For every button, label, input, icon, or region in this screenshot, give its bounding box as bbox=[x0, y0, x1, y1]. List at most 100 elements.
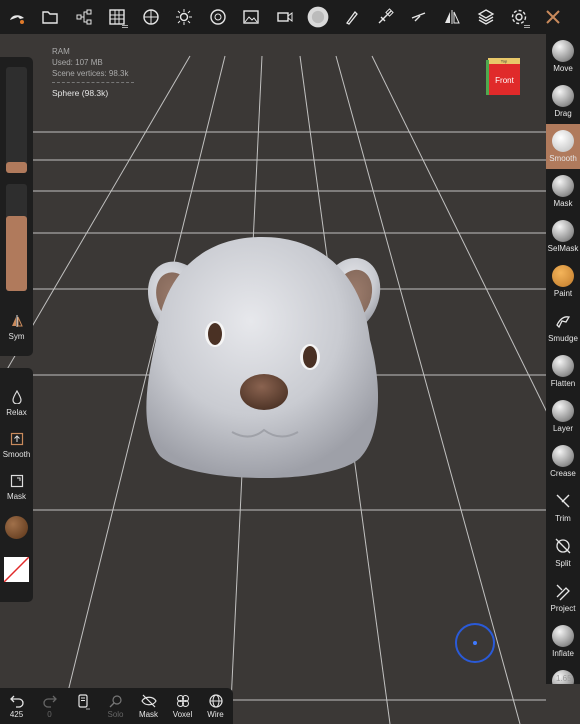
mask-label: Mask bbox=[6, 492, 27, 501]
tool-inflate[interactable]: Inflate bbox=[546, 619, 580, 664]
tool-smooth[interactable]: Smooth bbox=[546, 124, 580, 169]
tool-drag[interactable]: Drag bbox=[546, 79, 580, 124]
layers-icon[interactable] bbox=[469, 0, 503, 34]
tool-label: Flatten bbox=[550, 379, 576, 388]
tool-trim[interactable]: Trim bbox=[546, 484, 580, 529]
symmetry-icon[interactable] bbox=[436, 0, 470, 34]
mask-toggle-label: Mask bbox=[138, 710, 159, 719]
tool-crease[interactable]: Crease bbox=[546, 439, 580, 484]
view-cube[interactable]: Top Front bbox=[486, 54, 522, 97]
smooth-mask-icon bbox=[10, 432, 23, 446]
bear-head-model bbox=[146, 237, 381, 479]
files-icon[interactable] bbox=[34, 0, 68, 34]
right-tool-bar: Move Drag Smooth Mask SelMask Paint Smudge Flat… bbox=[546, 34, 580, 684]
droplet-icon bbox=[11, 390, 22, 404]
inflate-brush-icon bbox=[552, 625, 574, 647]
logo-icon[interactable] bbox=[0, 0, 34, 34]
layer-brush-icon bbox=[552, 400, 574, 422]
mask-icon bbox=[10, 474, 23, 488]
sculpt-brush-icon[interactable] bbox=[302, 0, 336, 34]
view-cube-front-label: Front bbox=[495, 76, 514, 85]
scene-icon[interactable] bbox=[67, 0, 101, 34]
device-icon bbox=[77, 694, 90, 710]
sym-label: Sym bbox=[8, 332, 25, 341]
camera-lens-icon[interactable] bbox=[201, 0, 235, 34]
left-panel-quick: Relax Smooth Mask bbox=[0, 368, 33, 602]
crease-brush-icon bbox=[552, 445, 574, 467]
tool-label: Smooth bbox=[549, 154, 577, 163]
smooth-brush-icon bbox=[552, 130, 574, 152]
tool-flatten[interactable]: Flatten bbox=[546, 349, 580, 394]
relax-label: Relax bbox=[6, 408, 27, 417]
no-material-swatch[interactable] bbox=[4, 557, 29, 582]
radius-slider[interactable] bbox=[6, 67, 27, 173]
bottom-bar: 425 0 Solo Mask Voxel Wire bbox=[0, 688, 233, 724]
3d-viewport[interactable] bbox=[0, 0, 580, 724]
mobile-toggle-button[interactable] bbox=[66, 688, 99, 724]
split-brush-icon bbox=[552, 535, 574, 557]
relax-button[interactable]: Relax bbox=[0, 390, 33, 417]
tool-layer[interactable]: Layer bbox=[546, 394, 580, 439]
mask-visibility-button[interactable]: Mask bbox=[132, 688, 165, 724]
tool-paint[interactable]: Paint bbox=[546, 259, 580, 304]
tool-project[interactable]: Project bbox=[546, 574, 580, 619]
undo-button[interactable]: 425 bbox=[0, 688, 33, 724]
material-icon[interactable] bbox=[134, 0, 168, 34]
intensity-slider[interactable] bbox=[6, 184, 27, 291]
trim-brush-icon bbox=[552, 490, 574, 512]
scene-vertices: Scene vertices: 98.3k bbox=[52, 69, 129, 78]
tool-label: Layer bbox=[552, 424, 573, 433]
tool-label: Drag bbox=[554, 109, 572, 118]
grid-icon[interactable] bbox=[101, 0, 135, 34]
move-brush-icon bbox=[552, 40, 574, 62]
stroke-icon[interactable] bbox=[369, 0, 403, 34]
redo-button[interactable]: 0 bbox=[33, 688, 66, 724]
scene-stats: RAM Used: 107 MB Scene vertices: 98.3k S… bbox=[52, 46, 134, 99]
redo-count: 0 bbox=[47, 710, 52, 719]
radius-slider-fill bbox=[6, 162, 27, 173]
tool-selmask[interactable]: SelMask bbox=[546, 214, 580, 259]
stats-divider bbox=[52, 82, 134, 83]
active-object-name: Sphere (98.3k) bbox=[52, 88, 109, 98]
image-icon[interactable] bbox=[235, 0, 269, 34]
smooth-button[interactable]: Smooth bbox=[0, 432, 33, 459]
pen-icon[interactable] bbox=[402, 0, 436, 34]
tool-label: Mask bbox=[553, 199, 573, 208]
mask-brush-icon bbox=[552, 175, 574, 197]
selmask-brush-icon bbox=[552, 220, 574, 242]
smudge-brush-icon bbox=[552, 310, 574, 332]
color-swatch[interactable] bbox=[5, 516, 28, 539]
tool-move[interactable]: Move bbox=[546, 34, 580, 79]
tool-mask[interactable]: Mask bbox=[546, 169, 580, 214]
video-icon[interactable] bbox=[268, 0, 302, 34]
pivot-gizmo[interactable] bbox=[455, 623, 495, 663]
voxel-button[interactable]: Voxel bbox=[166, 688, 199, 724]
search-icon bbox=[109, 695, 122, 708]
symmetry-icon bbox=[11, 315, 23, 327]
tool-smudge[interactable]: Smudge bbox=[546, 304, 580, 349]
view-cube-top-label: Top bbox=[501, 59, 508, 64]
undo-icon bbox=[9, 695, 24, 708]
settings-icon[interactable] bbox=[503, 0, 537, 34]
tool-label: Inflate bbox=[552, 649, 574, 658]
brush-icon[interactable] bbox=[335, 0, 369, 34]
project-brush-icon bbox=[552, 580, 574, 602]
voxel-label: Voxel bbox=[172, 710, 193, 719]
tool-split[interactable]: Split bbox=[546, 529, 580, 574]
flatten-brush-icon bbox=[552, 355, 574, 377]
solo-button[interactable]: Solo bbox=[99, 688, 132, 724]
tools-icon[interactable] bbox=[536, 0, 570, 34]
light-icon[interactable] bbox=[168, 0, 202, 34]
wire-button[interactable]: Wire bbox=[199, 688, 232, 724]
mask-button[interactable]: Mask bbox=[0, 474, 33, 501]
sym-toggle[interactable]: Sym bbox=[0, 314, 33, 341]
tool-label: SelMask bbox=[547, 244, 579, 253]
tool-label: Project bbox=[550, 604, 576, 613]
tool-label: Move bbox=[553, 64, 573, 73]
left-panel-brush: Sym bbox=[0, 57, 33, 356]
paint-brush-icon bbox=[552, 265, 574, 287]
tool-label: Crease bbox=[550, 469, 576, 478]
tool-label: Smudge bbox=[548, 334, 578, 343]
ram-used: Used: 107 MB bbox=[52, 58, 103, 67]
tool-label: Trim bbox=[555, 514, 571, 523]
